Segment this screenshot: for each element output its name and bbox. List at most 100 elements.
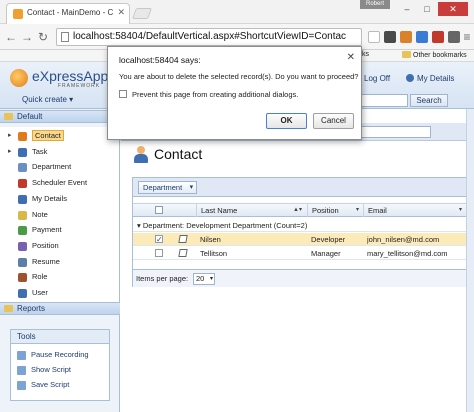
collapse-icon[interactable]: ▾	[137, 221, 141, 230]
row-checkbox[interactable]	[155, 233, 163, 246]
column-header-email[interactable]: Email ▾	[363, 204, 466, 217]
forward-arrow-icon[interactable]: →	[20, 30, 34, 44]
sort-icon: ▲▾	[293, 207, 302, 213]
filter-icon: ▾	[458, 207, 462, 213]
extension-icon[interactable]	[432, 31, 444, 43]
column-header-position[interactable]: Position ▾	[307, 204, 363, 217]
menu-icon[interactable]: ≡	[460, 30, 474, 44]
save-icon	[17, 381, 26, 390]
row-checkbox[interactable]	[155, 249, 163, 257]
prevent-dialogs-label[interactable]: Prevent this page from creating addition…	[132, 90, 298, 99]
search-button[interactable]: Search	[410, 94, 448, 107]
quick-create-menu[interactable]: Quick create ▾	[22, 95, 73, 104]
search-input[interactable]	[356, 94, 408, 107]
sidebar-item-scheduler-event[interactable]: Scheduler Event	[4, 176, 116, 190]
group-by-department-chip[interactable]: Department ▾	[138, 181, 198, 194]
extension-icon[interactable]	[400, 31, 412, 43]
items-per-page-select[interactable]: 20 ▾	[193, 273, 215, 285]
reload-icon[interactable]: ↻	[36, 30, 50, 44]
sidebar-item-task[interactable]: ▸ Task	[4, 145, 116, 159]
cell-last-name: Tellitson	[200, 249, 228, 258]
log-off-link[interactable]: Log Off	[364, 74, 390, 83]
select-all-checkbox[interactable]	[155, 206, 163, 214]
sidebar-item-my-details[interactable]: My Details	[4, 192, 116, 206]
expand-arrow-icon[interactable]: ▸	[8, 145, 12, 159]
sidebar-item-payment[interactable]: Payment	[4, 223, 116, 237]
column-header-last-name[interactable]: Last Name ▲▾	[196, 204, 306, 217]
sidebar-item-note[interactable]: Note	[4, 208, 116, 222]
reports-group-header[interactable]: Reports	[0, 302, 120, 315]
script-icon	[17, 366, 26, 375]
close-icon[interactable]: ✕	[347, 52, 355, 63]
edit-icon[interactable]	[178, 235, 188, 243]
vertical-scrollbar[interactable]	[466, 109, 474, 412]
filter-icon: ▾	[355, 207, 359, 213]
browser-tab[interactable]: Contact - MainDemo - C ✕	[6, 3, 130, 24]
tab-title: Contact - MainDemo - C	[27, 8, 114, 17]
prevent-dialogs-checkbox[interactable]	[119, 90, 127, 98]
group-row-label: Department: Development Department (Coun…	[142, 221, 308, 230]
table-row[interactable]: Nilsen Developer john_nilsen@md.com	[133, 233, 466, 246]
edit-icon[interactable]	[178, 249, 188, 257]
sidebar-item-label: Role	[32, 272, 48, 282]
filter-dropdown[interactable]	[355, 126, 431, 138]
cell-position: Manager	[311, 249, 341, 258]
sidebar-item-label: Task	[32, 146, 48, 156]
group-row[interactable]: ▾ Department: Development Department (Co…	[133, 219, 466, 232]
dialog-message: You are about to delete the selected rec…	[119, 72, 359, 81]
tool-label: Show Script	[31, 365, 72, 374]
sidebar-item-label: Payment	[32, 225, 62, 235]
chevron-down-icon: ▾	[189, 184, 194, 191]
new-tab-button[interactable]	[131, 8, 153, 19]
extension-icon[interactable]	[384, 31, 396, 43]
my-details-label: My Details	[417, 74, 455, 83]
logo-text: eXpressApp	[32, 68, 109, 84]
pager-value: 20	[196, 274, 205, 283]
pause-recording-button[interactable]: Pause Recording	[17, 350, 89, 360]
sidebar-item-label: Position	[32, 240, 59, 250]
window-close-button[interactable]: ✕	[438, 2, 468, 16]
maximize-button[interactable]: □	[418, 2, 436, 16]
back-arrow-icon[interactable]: ←	[4, 30, 18, 44]
tab-close-icon[interactable]: ✕	[117, 7, 125, 18]
show-script-button[interactable]: Show Script	[17, 365, 72, 375]
default-group-header[interactable]: Default	[0, 110, 120, 123]
cancel-button[interactable]: Cancel	[313, 113, 354, 129]
expand-arrow-icon[interactable]: ▸	[8, 129, 12, 143]
ok-button[interactable]: OK	[266, 113, 307, 129]
nav-item-icon	[18, 179, 27, 189]
sidebar-item-label: Note	[32, 209, 48, 219]
app-favicon-icon	[13, 9, 23, 19]
nav-item-icon	[18, 210, 27, 220]
nav-item-icon	[18, 273, 27, 283]
save-script-button[interactable]: Save Script	[17, 380, 69, 390]
sidebar-item-label: User	[32, 288, 48, 297]
other-bookmarks[interactable]: Other bookmarks	[402, 51, 467, 59]
table-row[interactable]: Tellitson Manager mary_tellitson@md.com	[133, 247, 466, 260]
group-panel: Department ▾	[133, 178, 466, 197]
nav-item-icon	[18, 257, 27, 267]
sidebar-item-user[interactable]: User	[4, 286, 116, 300]
sidebar-item-role[interactable]: Role	[4, 270, 116, 284]
my-details-link[interactable]: My Details	[406, 74, 454, 83]
extension-icon[interactable]	[416, 31, 428, 43]
group-chip-label: Department	[143, 183, 183, 192]
reports-group-label: Reports	[17, 304, 46, 313]
sidebar-item-position[interactable]: Position	[4, 239, 116, 253]
profile-user-label[interactable]: Robert	[360, 0, 390, 9]
minimize-button[interactable]: –	[398, 2, 416, 16]
sidebar-item-label: Resume	[32, 256, 60, 266]
bookmark-item[interactable]: ks	[362, 51, 369, 58]
other-bookmarks-label: Other bookmarks	[413, 52, 467, 59]
nav-item-icon	[18, 241, 27, 251]
sidebar-item-contact[interactable]: ▸ Contact	[4, 129, 116, 143]
bookmark-star-icon[interactable]	[368, 31, 380, 43]
sidebar-item-department[interactable]: Department	[4, 160, 116, 174]
cell-position: Developer	[311, 235, 346, 244]
sidebar-item-label: Contact	[32, 130, 64, 141]
extension-icon[interactable]	[448, 31, 460, 43]
address-bar-input[interactable]: localhost:58404/DefaultVertical.aspx#Sho…	[56, 28, 362, 46]
sidebar-item-resume[interactable]: Resume	[4, 255, 116, 269]
folder-icon	[4, 113, 13, 120]
nav-item-icon	[18, 147, 27, 157]
